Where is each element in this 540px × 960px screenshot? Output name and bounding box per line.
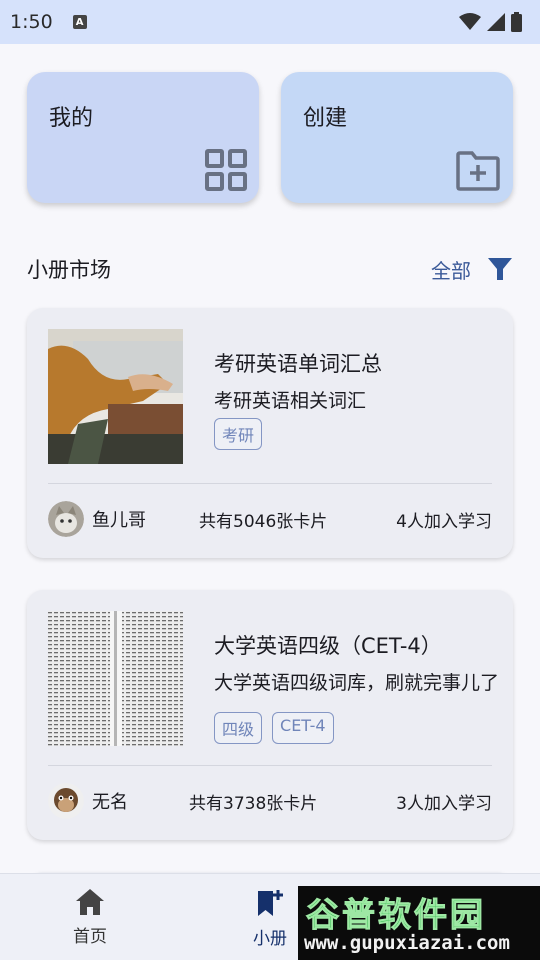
author-name: 鱼儿哥 [92, 510, 146, 531]
top-cards: 我的 创建 [27, 72, 513, 203]
book-description: 考研英语相关词汇 [214, 390, 367, 412]
avatar [48, 783, 84, 819]
book-card[interactable]: 大学英语四级（CET-4） 大学英语四级词库，刷就完事儿了 四级 CET-4 无… [27, 590, 513, 840]
status-bar: 1:50 A [0, 0, 540, 44]
nav-home[interactable]: 首页 [60, 888, 120, 947]
wifi-icon [459, 13, 481, 30]
nav-book[interactable]: 小册 [242, 888, 298, 949]
book-description: 大学英语四级词库，刷就完事儿了 [214, 672, 500, 694]
watermark-title: 谷普软件园 [306, 895, 486, 935]
book-title: 大学英语四级（CET-4） [214, 634, 442, 658]
book-footer: 鱼儿哥 共有5046张卡片 4人加入学习 [48, 500, 492, 538]
book-title: 考研英语单词汇总 [214, 352, 382, 376]
notification-a-icon: A [72, 15, 87, 29]
nav-book-label: 小册 [253, 929, 287, 949]
bookmark-add-icon [258, 890, 283, 916]
grid-icon [205, 149, 247, 191]
book-cover-image [48, 329, 183, 464]
nav-home-label: 首页 [73, 927, 107, 947]
book-card[interactable]: 考研英语单词汇总 考研英语相关词汇 考研 鱼儿哥 共有5046张卡片 4人加入学… [27, 308, 513, 558]
market-filter[interactable]: 全部 [431, 255, 513, 284]
battery-icon [511, 12, 522, 32]
filter-icon[interactable] [487, 256, 513, 282]
home-icon [76, 889, 104, 915]
book-cover-image [48, 611, 183, 746]
status-time: 1:50 [10, 11, 53, 33]
folder-add-icon [456, 151, 500, 191]
card-count: 共有3738张卡片 [189, 793, 318, 814]
signal-icon [487, 13, 505, 31]
my-books-label: 我的 [49, 106, 94, 131]
market-header: 小册市场 全部 [27, 250, 513, 288]
card-count: 共有5046张卡片 [199, 511, 328, 532]
tag: 四级 [214, 712, 263, 744]
filter-label[interactable]: 全部 [431, 255, 471, 284]
tag: CET-4 [272, 712, 334, 744]
author-name: 无名 [92, 792, 128, 813]
watermark: 谷普软件园 www.gupuxiazai.com [298, 886, 540, 960]
my-books-card[interactable]: 我的 [27, 72, 259, 203]
learner-count: 3人加入学习 [396, 793, 492, 814]
divider [48, 765, 492, 766]
book-tags: 考研 [214, 418, 263, 450]
market-title: 小册市场 [27, 258, 111, 282]
watermark-url: www.gupuxiazai.com [304, 932, 510, 954]
create-book-card[interactable]: 创建 [281, 72, 513, 203]
divider [48, 483, 492, 484]
create-book-label: 创建 [303, 106, 348, 131]
avatar [48, 501, 84, 537]
tag: 考研 [214, 418, 263, 450]
book-tags: 四级 CET-4 [214, 712, 334, 744]
status-icons [459, 12, 522, 32]
learner-count: 4人加入学习 [396, 511, 492, 532]
book-footer: 无名 共有3738张卡片 3人加入学习 [48, 782, 492, 820]
